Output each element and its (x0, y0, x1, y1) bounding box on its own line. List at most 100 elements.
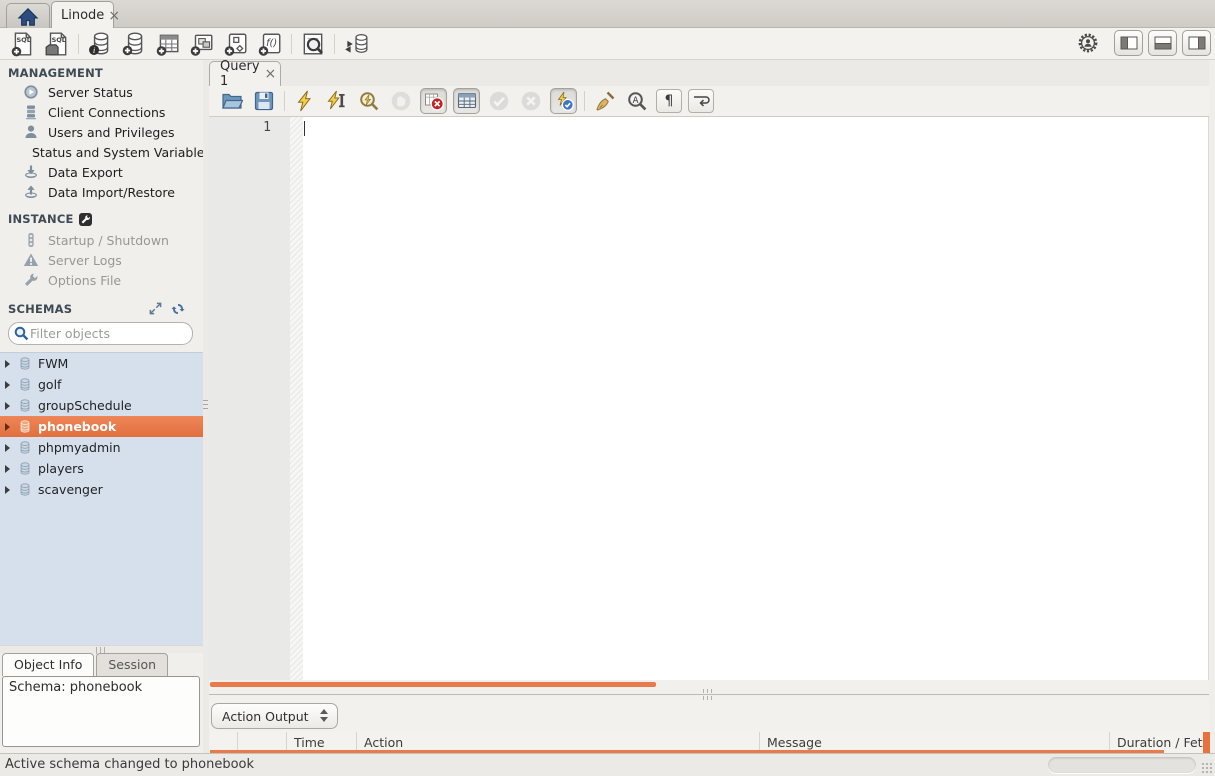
new-query-tab-icon[interactable]: SQL (9, 30, 37, 57)
sidebar-item-options-file[interactable]: Options File (0, 270, 203, 290)
sidebar-splitter[interactable] (0, 645, 203, 653)
create-procedure-icon[interactable] (222, 30, 250, 57)
limit-rows-button[interactable] (453, 88, 480, 114)
svg-text:SQL: SQL (17, 35, 31, 43)
editor-output-splitter[interactable] (209, 689, 1209, 700)
splitter-grip (203, 400, 208, 412)
output-vscrollbar-thumb[interactable] (1203, 732, 1210, 753)
word-wrap-icon (692, 93, 710, 109)
output-view-selector[interactable]: Action Output (211, 703, 338, 729)
toolbar-separator (78, 34, 79, 54)
schema-row-fwm[interactable]: FWM (0, 353, 203, 374)
expand-schemas-icon[interactable] (149, 302, 162, 315)
sidebar-item-server-logs[interactable]: Server Logs (0, 250, 203, 270)
close-icon[interactable]: × (265, 67, 277, 81)
refresh-schemas-icon[interactable] (171, 302, 185, 316)
tab-object-info[interactable]: Object Info (2, 653, 94, 676)
toggle-right-sidebar-icon (1188, 36, 1206, 50)
show-invisibles-button[interactable]: ¶ (656, 89, 682, 113)
expander-icon[interactable] (5, 486, 10, 494)
line-number-gutter: 1 (209, 117, 290, 680)
status-progress-well (1048, 757, 1196, 773)
sidebar-item-server-status[interactable]: Server Status (0, 82, 203, 102)
query-tab-1[interactable]: Query 1 × (209, 61, 281, 86)
search-objects-icon[interactable] (299, 30, 327, 57)
expander-icon[interactable] (5, 423, 10, 431)
splitter-line (209, 694, 1209, 695)
sidebar-item-label: Startup / Shutdown (48, 233, 169, 248)
toggle-left-sidebar-button[interactable] (1114, 30, 1143, 56)
schema-inspector-icon[interactable]: i (86, 30, 114, 57)
expander-icon[interactable] (5, 402, 10, 410)
options-file-icon (23, 272, 39, 288)
sidebar-item-data-export[interactable]: Data Export (0, 162, 203, 182)
sidebar-item-users-privileges[interactable]: Users and Privileges (0, 122, 203, 142)
server-logs-icon (23, 252, 39, 268)
beautify-script-icon[interactable] (592, 88, 618, 114)
close-icon[interactable]: × (108, 9, 120, 23)
enterprise-gear-icon[interactable] (1075, 30, 1101, 56)
open-file-icon[interactable] (219, 88, 245, 114)
open-sql-script-icon[interactable]: SQL (43, 30, 71, 57)
schemas-title: SCHEMAS (8, 302, 72, 316)
schema-name: phonebook (38, 419, 116, 434)
create-function-icon[interactable]: f() (256, 30, 284, 57)
filter-objects-input[interactable] (30, 326, 180, 341)
svg-text:f(): f() (266, 38, 277, 49)
schema-row-golf[interactable]: golf (0, 374, 203, 395)
expander-icon[interactable] (5, 381, 10, 389)
fold-margin (290, 117, 303, 680)
schema-row-phpmyadmin[interactable]: phpmyadmin (0, 437, 203, 458)
sidebar-item-startup-shutdown[interactable]: Startup / Shutdown (0, 230, 203, 250)
create-schema-icon[interactable] (120, 30, 148, 57)
find-in-script-icon[interactable]: A (624, 88, 650, 114)
schema-name: phpmyadmin (38, 440, 121, 455)
expander-icon[interactable] (5, 444, 10, 452)
toggle-autocommit-button[interactable] (550, 88, 577, 114)
sidebar-item-data-import[interactable]: Data Import/Restore (0, 182, 203, 202)
sidebar-item-label: Data Import/Restore (48, 185, 175, 200)
sidebar-item-client-connections[interactable]: Client Connections (0, 102, 203, 122)
execute-current-statement-icon[interactable] (324, 88, 350, 114)
commit-icon[interactable] (486, 88, 512, 114)
toggle-word-wrap-button[interactable] (688, 89, 714, 113)
connection-tab-linode[interactable]: Linode × (51, 1, 114, 29)
expander-icon[interactable] (5, 360, 10, 368)
create-view-icon[interactable] (188, 30, 216, 57)
toggle-right-sidebar-button[interactable] (1182, 30, 1211, 56)
object-info-panel: Schema: phonebook (2, 676, 200, 747)
editor-hscrollbar[interactable] (209, 680, 1209, 689)
toggle-left-sidebar-icon (1120, 36, 1138, 50)
text-caret (304, 121, 305, 136)
schema-row-scavenger[interactable]: scavenger (0, 479, 203, 500)
editor-area: Query 1 × (209, 60, 1209, 753)
instance-title: INSTANCE (8, 212, 74, 226)
stop-query-icon[interactable] (388, 88, 414, 114)
explain-statement-icon[interactable] (356, 88, 382, 114)
schema-icon (18, 377, 32, 392)
rollback-icon[interactable] (518, 88, 544, 114)
toggle-output-area-button[interactable] (1148, 30, 1177, 56)
sidebar-item-label: Client Connections (48, 105, 165, 120)
connection-tabbar: Linode × (0, 0, 1215, 28)
schema-row-groupschedule[interactable]: groupSchedule (0, 395, 203, 416)
schema-row-phonebook[interactable]: phonebook (0, 416, 203, 437)
schema-icon (18, 482, 32, 497)
sidebar-item-system-variables[interactable]: Status and System Variables (0, 142, 203, 162)
create-table-icon[interactable] (154, 30, 182, 57)
schema-row-players[interactable]: players (0, 458, 203, 479)
sql-editor[interactable]: 1 (209, 117, 1209, 680)
schema-icon (18, 419, 32, 434)
reconnect-database-icon[interactable] (342, 30, 370, 57)
schema-icon (18, 398, 32, 413)
management-section-header: MANAGEMENT (8, 66, 103, 80)
resize-grip-icon[interactable] (1200, 761, 1213, 774)
execute-script-icon[interactable] (292, 88, 318, 114)
home-tab[interactable] (6, 3, 50, 29)
toggle-stop-on-error-button[interactable] (420, 88, 447, 114)
hscrollbar-thumb[interactable] (210, 682, 656, 687)
save-script-icon[interactable] (251, 88, 277, 114)
expander-icon[interactable] (5, 465, 10, 473)
tab-session[interactable]: Session (96, 653, 168, 676)
data-export-icon (23, 164, 39, 180)
